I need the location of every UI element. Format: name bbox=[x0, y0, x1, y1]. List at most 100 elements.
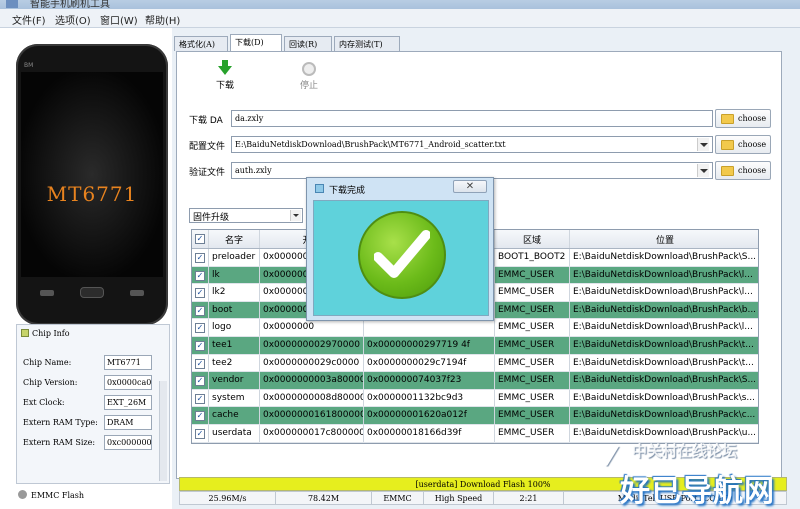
table-row[interactable]: ✓ cache 0x0000000161800000 0x00000001620a01… bbox=[192, 407, 758, 425]
row-checkbox[interactable]: ✓ bbox=[195, 323, 205, 334]
da-file-field[interactable]: da.zxly bbox=[231, 110, 713, 127]
mode-select[interactable]: 固件升级 bbox=[189, 208, 303, 223]
chip-label: Chip Name: bbox=[23, 358, 72, 367]
row-checkbox-cell[interactable]: ✓ bbox=[192, 354, 209, 372]
choose-auth-button[interactable]: choose bbox=[715, 161, 771, 180]
watermark-line2: 好已导航网 bbox=[620, 474, 775, 509]
row-checkbox-cell[interactable]: ✓ bbox=[192, 389, 209, 407]
status-usb-speed: High Speed bbox=[424, 492, 494, 505]
tab-memory-test[interactable]: 内存测试(T) bbox=[334, 36, 400, 51]
download-arrow-icon bbox=[218, 60, 232, 76]
table-row[interactable]: ✓ tee1 0x000000002970000 0x00000000297719 4… bbox=[192, 336, 758, 355]
row-checkbox-cell[interactable]: ✓ bbox=[192, 407, 209, 424]
table-row[interactable]: ✓ system 0x0000000008d800000 0x0000001132bc… bbox=[192, 389, 758, 408]
cell-location: E:\BaiduNetdiskDownload\BrushPack\t... bbox=[573, 339, 754, 350]
chip-label: Extern RAM Size: bbox=[23, 438, 96, 447]
row-checkbox[interactable]: ✓ bbox=[195, 270, 205, 281]
cell-region: EMMC_USER bbox=[495, 266, 570, 284]
row-checkbox-cell[interactable]: ✓ bbox=[192, 284, 209, 301]
menu-help[interactable]: 帮助(H) bbox=[145, 12, 180, 27]
status-storage: EMMC bbox=[372, 492, 424, 505]
cell-region: EMMC_USER bbox=[495, 389, 570, 407]
cell-location: E:\BaiduNetdiskDownload\BrushPack\l... bbox=[573, 269, 753, 280]
row-checkbox-cell[interactable]: ✓ bbox=[192, 336, 209, 354]
select-all-checkbox[interactable]: ✓ bbox=[195, 234, 205, 244]
col-header-location[interactable]: 位置 bbox=[570, 230, 760, 248]
download-label: 下载 bbox=[215, 81, 234, 91]
folder-icon bbox=[721, 114, 734, 124]
download-button[interactable]: 下载 bbox=[207, 60, 243, 91]
row-checkbox[interactable]: ✓ bbox=[195, 288, 205, 299]
cell-begin: 0x0000000161800000 bbox=[260, 407, 364, 424]
chip-info-panel: Chip Info Chip Name: MT6771 Chip Version:… bbox=[16, 324, 170, 484]
col-header-name[interactable]: 名字 bbox=[209, 230, 260, 248]
scatter-label: 配置文件 bbox=[189, 142, 226, 152]
col-header-region[interactable]: 区域 bbox=[495, 230, 570, 248]
row-checkbox-cell[interactable]: ✓ bbox=[192, 266, 209, 284]
row-checkbox-cell[interactable]: ✓ bbox=[192, 319, 209, 336]
row-checkbox[interactable]: ✓ bbox=[195, 358, 205, 369]
menu-options[interactable]: 选项(O) bbox=[55, 12, 91, 27]
select-all-cell[interactable]: ✓ bbox=[192, 230, 209, 248]
phone-image: BM MT6771 bbox=[16, 44, 168, 325]
chip-row: Extern RAM Type: DRAM bbox=[21, 415, 167, 431]
dialog-close-button[interactable]: ✕ bbox=[453, 180, 487, 193]
emmc-flash-section[interactable]: EMMC Flash bbox=[18, 490, 84, 500]
row-checkbox-cell[interactable]: ✓ bbox=[192, 372, 209, 389]
choose-label: choose bbox=[738, 140, 767, 149]
stop-button[interactable]: 停止 bbox=[291, 62, 327, 91]
cell-name: vendor bbox=[209, 372, 260, 389]
row-checkbox[interactable]: ✓ bbox=[195, 393, 205, 404]
dialog-icon bbox=[315, 184, 324, 193]
gear-icon bbox=[18, 490, 27, 499]
status-speed: 25.96M/s bbox=[180, 492, 276, 505]
choose-label: choose bbox=[738, 114, 767, 123]
row-checkbox[interactable]: ✓ bbox=[195, 253, 205, 263]
chip-info-scrollbar[interactable] bbox=[159, 381, 167, 481]
cell-end: 0x0000001132bc9d3 bbox=[364, 389, 495, 407]
scatter-file-field[interactable]: E:\BaiduNetdiskDownload\BrushPack\MT6771… bbox=[231, 136, 713, 153]
chip-value: 0x0000ca00 bbox=[104, 375, 152, 390]
chevron-down-icon[interactable] bbox=[697, 164, 709, 177]
folder-icon bbox=[721, 166, 734, 176]
choose-scatter-button[interactable]: choose bbox=[715, 135, 771, 154]
scatter-row: 配置文件 E:\BaiduNetdiskDownload\BrushPack\M… bbox=[187, 135, 771, 154]
cell-name: preloader bbox=[209, 249, 260, 266]
tab-format[interactable]: 格式化(A) bbox=[174, 36, 228, 51]
cell-location: E:\BaiduNetdiskDownload\BrushPack\c... bbox=[573, 410, 756, 421]
cell-name: lk bbox=[209, 266, 260, 284]
menu-file[interactable]: 文件(F) bbox=[12, 12, 46, 27]
row-checkbox-cell[interactable]: ✓ bbox=[192, 249, 209, 266]
row-checkbox[interactable]: ✓ bbox=[195, 376, 205, 387]
tab-readback[interactable]: 回读(R) bbox=[284, 36, 332, 51]
chip-label: Extern RAM Type: bbox=[23, 418, 98, 427]
choose-label: choose bbox=[738, 166, 767, 175]
home-key-icon bbox=[80, 287, 104, 298]
table-row[interactable]: ✓ logo 0x0000000 EMMC_USER E:\BaiduNetdiskDo… bbox=[192, 319, 758, 337]
stop-icon bbox=[302, 62, 316, 76]
cell-begin: 0x0000000003a800000 bbox=[260, 372, 364, 389]
cell-location: E:\BaiduNetdiskDownload\BrushPack\t... bbox=[573, 357, 754, 368]
row-checkbox-cell[interactable]: ✓ bbox=[192, 424, 209, 442]
chevron-down-icon[interactable] bbox=[697, 138, 709, 151]
cell-name: boot bbox=[209, 301, 260, 319]
chip-row: Ext Clock: EXT_26M bbox=[21, 395, 167, 411]
row-checkbox[interactable]: ✓ bbox=[195, 428, 205, 439]
menu-window[interactable]: 窗口(W) bbox=[100, 12, 138, 27]
cell-location: E:\BaiduNetdiskDownload\BrushPack\l... bbox=[573, 322, 753, 333]
row-checkbox[interactable]: ✓ bbox=[195, 411, 205, 422]
mode-select-value: 固件升级 bbox=[193, 213, 230, 223]
table-row[interactable]: ✓ vendor 0x0000000003a800000 0x000000074037… bbox=[192, 372, 758, 390]
cell-region: EMMC_USER bbox=[495, 284, 570, 301]
cell-end: 0x000000074037f23 bbox=[364, 372, 495, 389]
row-checkbox-cell[interactable]: ✓ bbox=[192, 301, 209, 319]
chip-info-header: Chip Info bbox=[21, 329, 70, 338]
cell-location: E:\BaiduNetdiskDownload\BrushPack\s... bbox=[573, 392, 756, 403]
tab-download[interactable]: 下载(D) bbox=[230, 34, 282, 51]
row-checkbox[interactable]: ✓ bbox=[195, 305, 205, 316]
table-row[interactable]: ✓ tee2 0x0000000029c0000 0x0000000029c7194f… bbox=[192, 354, 758, 373]
app-icon bbox=[6, 0, 18, 8]
cell-location: E:\BaiduNetdiskDownload\BrushPack\b... bbox=[573, 304, 757, 315]
row-checkbox[interactable]: ✓ bbox=[195, 340, 205, 351]
choose-da-button[interactable]: choose bbox=[715, 109, 771, 128]
